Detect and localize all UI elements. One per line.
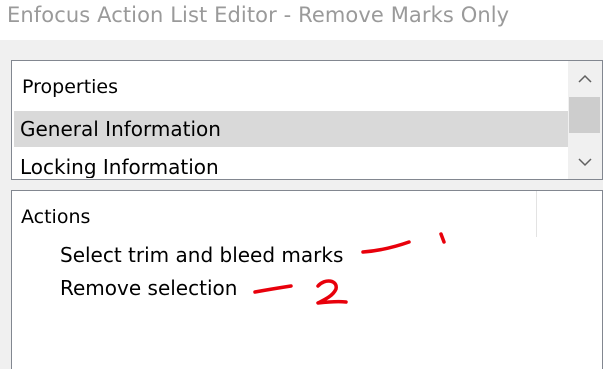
annotation-underline-2 bbox=[253, 284, 293, 294]
annotation-number-2 bbox=[316, 279, 348, 305]
red-handwritten-annotations bbox=[253, 232, 446, 305]
annotation-underline-1 bbox=[361, 240, 411, 254]
annotation-number-1 bbox=[439, 232, 446, 244]
